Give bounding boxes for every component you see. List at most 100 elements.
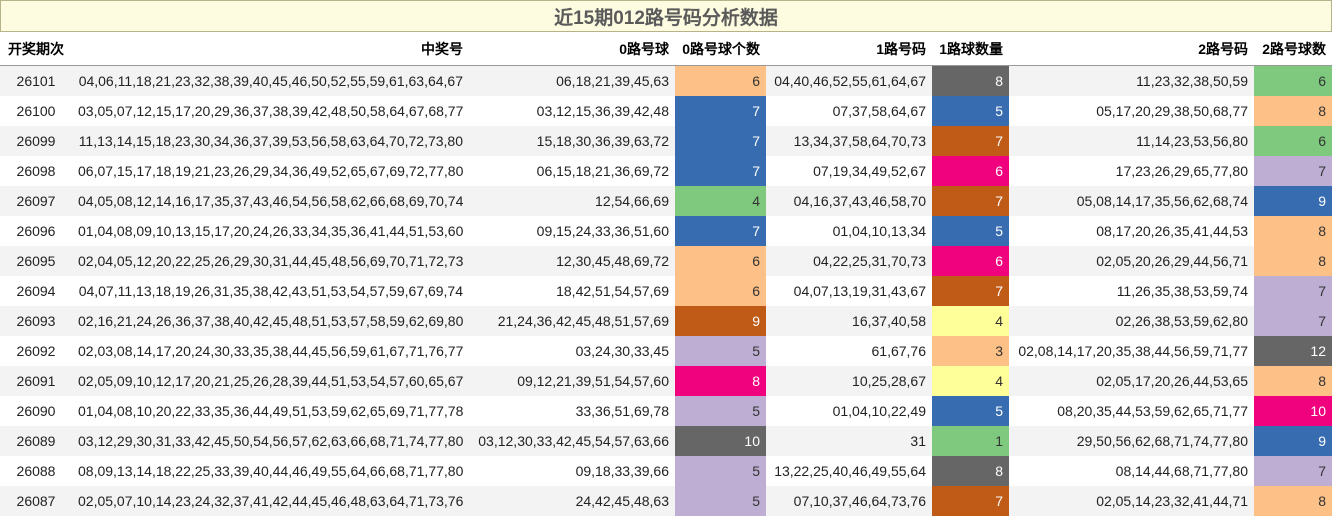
- route1-numbers-cell: 31: [766, 426, 932, 456]
- winning-numbers-cell: 04,05,08,12,14,16,17,35,37,43,46,54,56,5…: [72, 186, 469, 216]
- issue-cell: 26098: [0, 156, 72, 186]
- route0-count-cell: 6: [675, 246, 766, 276]
- table-row: 26087 02,05,07,10,14,23,24,32,37,41,42,44…: [0, 486, 1332, 516]
- winning-numbers-cell: 02,04,05,12,20,22,25,26,29,30,31,44,45,4…: [72, 246, 469, 276]
- route1-numbers-cell: 13,22,25,40,46,49,55,64: [766, 456, 932, 486]
- table-row: 26093 02,16,21,24,26,36,37,38,40,42,45,48…: [0, 306, 1332, 336]
- route1-count-cell: 7: [932, 186, 1009, 216]
- route2-count-cell: 9: [1254, 426, 1332, 456]
- issue-cell: 26088: [0, 456, 72, 486]
- issue-cell: 26099: [0, 126, 72, 156]
- table-row: 26098 06,07,15,17,18,19,21,23,26,29,34,36…: [0, 156, 1332, 186]
- issue-cell: 26093: [0, 306, 72, 336]
- table-row: 26092 02,03,08,14,17,20,24,30,33,35,38,44…: [0, 336, 1332, 366]
- route0-count-cell: 4: [675, 186, 766, 216]
- table-row: 26095 02,04,05,12,20,22,25,26,29,30,31,44…: [0, 246, 1332, 276]
- route2-numbers-cell: 02,05,14,23,32,41,44,71: [1009, 486, 1254, 516]
- route1-numbers-cell: 04,22,25,31,70,73: [766, 246, 932, 276]
- route1-count-cell: 4: [932, 306, 1009, 336]
- route2-numbers-cell: 11,14,23,53,56,80: [1009, 126, 1254, 156]
- route2-numbers-cell: 08,20,35,44,53,59,62,65,71,77: [1009, 396, 1254, 426]
- route1-count-cell: 8: [932, 65, 1009, 96]
- issue-cell: 26097: [0, 186, 72, 216]
- route0-count-cell: 5: [675, 336, 766, 366]
- route2-numbers-cell: 08,14,44,68,71,77,80: [1009, 456, 1254, 486]
- route2-numbers-cell: 11,26,35,38,53,59,74: [1009, 276, 1254, 306]
- issue-cell: 26096: [0, 216, 72, 246]
- route2-count-cell: 8: [1254, 96, 1332, 126]
- route0-count-cell: 8: [675, 366, 766, 396]
- issue-cell: 26100: [0, 96, 72, 126]
- route0-numbers-cell: 06,18,21,39,45,63: [469, 65, 675, 96]
- route0-numbers-cell: 03,12,15,36,39,42,48: [469, 96, 675, 126]
- route0-count-cell: 7: [675, 126, 766, 156]
- route1-numbers-cell: 01,04,10,22,49: [766, 396, 932, 426]
- route0-count-cell: 7: [675, 96, 766, 126]
- issue-cell: 26092: [0, 336, 72, 366]
- route2-count-cell: 6: [1254, 126, 1332, 156]
- route0-numbers-cell: 21,24,36,42,45,48,51,57,69: [469, 306, 675, 336]
- table-body: 26101 04,06,11,18,21,23,32,38,39,40,45,46…: [0, 65, 1332, 516]
- route0-numbers-cell: 15,18,30,36,39,63,72: [469, 126, 675, 156]
- winning-numbers-cell: 03,05,07,12,15,17,20,29,36,37,38,39,42,4…: [72, 96, 469, 126]
- table-row: 26091 02,05,09,10,12,17,20,21,25,26,28,39…: [0, 366, 1332, 396]
- winning-numbers-cell: 08,09,13,14,18,22,25,33,39,40,44,46,49,5…: [72, 456, 469, 486]
- route0-count-cell: 5: [675, 456, 766, 486]
- route2-count-cell: 8: [1254, 366, 1332, 396]
- table-row: 26089 03,12,29,30,31,33,42,45,50,54,56,57…: [0, 426, 1332, 456]
- table-row: 26096 01,04,08,09,10,13,15,17,20,24,26,33…: [0, 216, 1332, 246]
- route1-count-cell: 5: [932, 96, 1009, 126]
- route0-numbers-cell: 12,54,66,69: [469, 186, 675, 216]
- route0-count-cell: 5: [675, 486, 766, 516]
- table-row: 26101 04,06,11,18,21,23,32,38,39,40,45,46…: [0, 65, 1332, 96]
- winning-numbers-cell: 06,07,15,17,18,19,21,23,26,29,34,36,49,5…: [72, 156, 469, 186]
- route1-numbers-cell: 13,34,37,58,64,70,73: [766, 126, 932, 156]
- route1-numbers-cell: 07,37,58,64,67: [766, 96, 932, 126]
- header-route0-count: 0路号球个数: [675, 32, 766, 66]
- table-row: 26094 04,07,11,13,18,19,26,31,35,38,42,43…: [0, 276, 1332, 306]
- route1-count-cell: 3: [932, 336, 1009, 366]
- route0-count-cell: 7: [675, 216, 766, 246]
- header-route2-count: 2路号球数: [1254, 32, 1332, 66]
- route2-count-cell: 7: [1254, 156, 1332, 186]
- header-route2-numbers: 2路号码: [1009, 32, 1254, 66]
- route1-numbers-cell: 10,25,28,67: [766, 366, 932, 396]
- route0-numbers-cell: 06,15,18,21,36,69,72: [469, 156, 675, 186]
- route2-numbers-cell: 02,08,14,17,20,35,38,44,56,59,71,77: [1009, 336, 1254, 366]
- winning-numbers-cell: 02,16,21,24,26,36,37,38,40,42,45,48,51,5…: [72, 306, 469, 336]
- route2-numbers-cell: 17,23,26,29,65,77,80: [1009, 156, 1254, 186]
- winning-numbers-cell: 01,04,08,10,20,22,33,35,36,44,49,51,53,5…: [72, 396, 469, 426]
- route1-count-cell: 1: [932, 426, 1009, 456]
- route2-count-cell: 8: [1254, 246, 1332, 276]
- header-issue: 开奖期次: [0, 32, 72, 66]
- winning-numbers-cell: 01,04,08,09,10,13,15,17,20,24,26,33,34,3…: [72, 216, 469, 246]
- winning-numbers-cell: 02,05,09,10,12,17,20,21,25,26,28,39,44,5…: [72, 366, 469, 396]
- header-route1-numbers: 1路号码: [766, 32, 932, 66]
- issue-cell: 26095: [0, 246, 72, 276]
- route1-count-cell: 7: [932, 486, 1009, 516]
- header-route1-count: 1路球数量: [932, 32, 1009, 66]
- header-row: 开奖期次 中奖号 0路号球 0路号球个数 1路号码 1路球数量 2路号码 2路号…: [0, 32, 1332, 66]
- route0-numbers-cell: 09,15,24,33,36,51,60: [469, 216, 675, 246]
- route2-numbers-cell: 08,17,20,26,35,41,44,53: [1009, 216, 1254, 246]
- route1-numbers-cell: 16,37,40,58: [766, 306, 932, 336]
- route2-count-cell: 7: [1254, 306, 1332, 336]
- route2-numbers-cell: 05,08,14,17,35,56,62,68,74: [1009, 186, 1254, 216]
- route0-count-cell: 10: [675, 426, 766, 456]
- analysis-table: 开奖期次 中奖号 0路号球 0路号球个数 1路号码 1路球数量 2路号码 2路号…: [0, 32, 1332, 516]
- header-route0-numbers: 0路号球: [469, 32, 675, 66]
- route2-numbers-cell: 02,26,38,53,59,62,80: [1009, 306, 1254, 336]
- route1-numbers-cell: 01,04,10,13,34: [766, 216, 932, 246]
- route0-numbers-cell: 18,42,51,54,57,69: [469, 276, 675, 306]
- route2-count-cell: 7: [1254, 456, 1332, 486]
- route1-count-cell: 6: [932, 246, 1009, 276]
- table-row: 26100 03,05,07,12,15,17,20,29,36,37,38,39…: [0, 96, 1332, 126]
- route2-count-cell: 10: [1254, 396, 1332, 426]
- table-row: 26097 04,05,08,12,14,16,17,35,37,43,46,54…: [0, 186, 1332, 216]
- route0-count-cell: 7: [675, 156, 766, 186]
- route2-numbers-cell: 11,23,32,38,50,59: [1009, 65, 1254, 96]
- route0-numbers-cell: 24,42,45,48,63: [469, 486, 675, 516]
- header-winning-numbers: 中奖号: [72, 32, 469, 66]
- winning-numbers-cell: 04,07,11,13,18,19,26,31,35,38,42,43,51,5…: [72, 276, 469, 306]
- route2-count-cell: 12: [1254, 336, 1332, 366]
